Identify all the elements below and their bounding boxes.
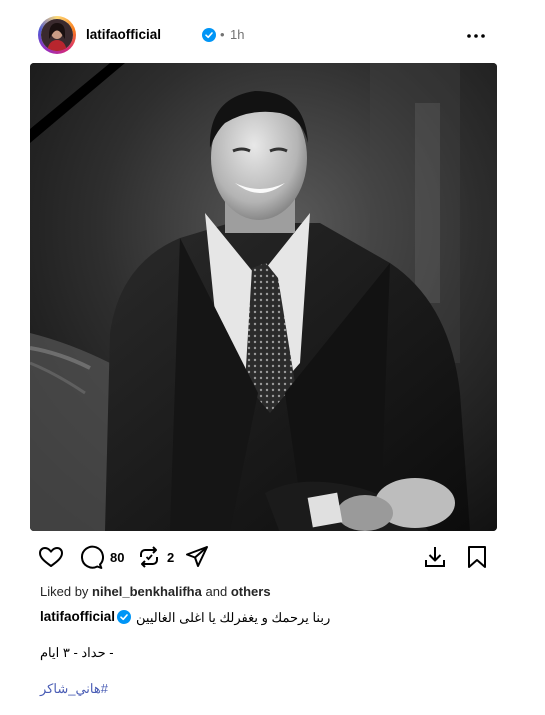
verified-badge-icon: [202, 28, 216, 42]
post-card: latifaofficial • 1h 80 2 Liked by nihel_…: [0, 0, 545, 715]
separator-dot: •: [220, 27, 225, 42]
post-username[interactable]: latifaofficial: [86, 26, 161, 44]
heart-icon[interactable]: [38, 544, 64, 570]
liked-by-user[interactable]: nihel_benkhalifha: [92, 584, 202, 599]
bookmark-icon[interactable]: [464, 544, 490, 570]
caption-text: ربنا يرحمك و يغفرلك يا اغلى الغاليين: [136, 610, 331, 625]
comments-count: 80: [110, 550, 125, 565]
caption-verified-badge-icon: [117, 610, 131, 624]
reposts-count: 2: [167, 550, 175, 565]
liked-by-others[interactable]: others: [231, 584, 271, 599]
caption-line-2: حداد - ٣ ايام -: [40, 645, 114, 660]
post-image[interactable]: [30, 63, 497, 531]
liked-by-line: Liked by nihel_benkhalifha and others: [40, 584, 271, 600]
more-options-icon[interactable]: [466, 33, 486, 39]
liked-by-connector: and: [205, 584, 228, 599]
share-icon[interactable]: [184, 544, 210, 570]
action-bar: 80 2: [38, 540, 498, 574]
repost-icon[interactable]: [136, 544, 162, 570]
avatar-image: [41, 19, 73, 51]
comment-icon[interactable]: [78, 544, 104, 570]
post-header: latifaofficial • 1h: [38, 16, 498, 54]
avatar[interactable]: [38, 16, 76, 54]
caption-username[interactable]: latifaofficial: [40, 609, 115, 625]
download-icon[interactable]: [422, 544, 448, 570]
liked-by-prefix: Liked by: [40, 584, 89, 599]
post-time[interactable]: 1h: [230, 26, 244, 44]
caption-hashtag[interactable]: #هاني_شاكر: [40, 681, 108, 697]
